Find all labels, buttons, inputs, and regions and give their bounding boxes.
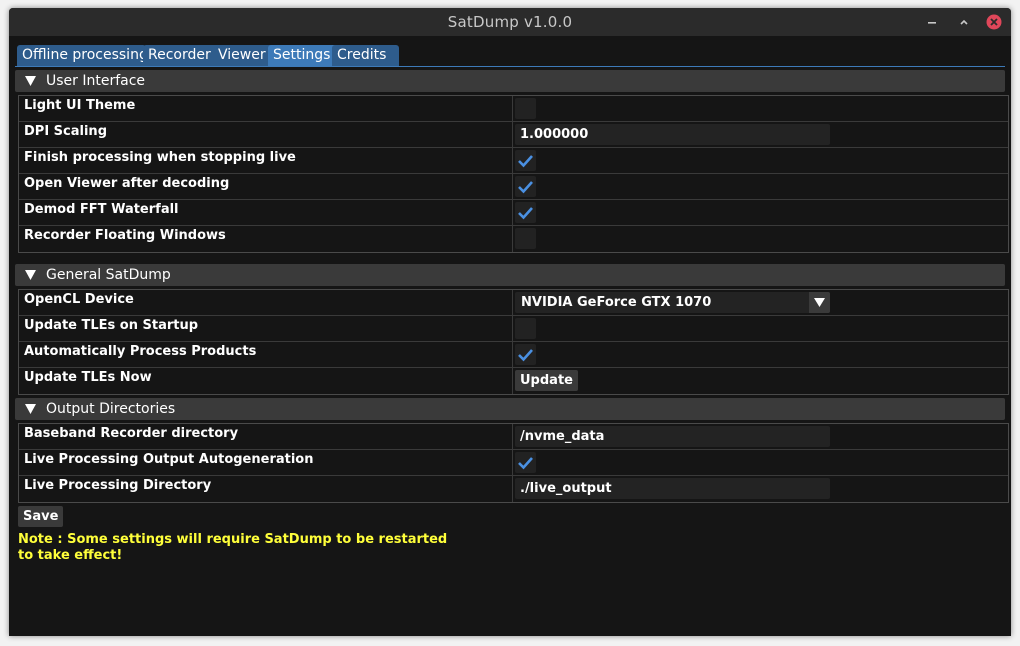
setting-row: Finish processing when stopping live <box>19 148 1008 174</box>
finish-processing-checkbox[interactable] <box>515 150 536 171</box>
light-ui-theme-checkbox[interactable] <box>515 98 536 119</box>
general-table: OpenCL Device NVIDIA GeForce GTX 1070 Up… <box>18 289 1009 395</box>
opencl-device-select[interactable]: NVIDIA GeForce GTX 1070 <box>515 292 830 313</box>
triangle-down-icon <box>25 404 36 414</box>
setting-row: Live Processing Directory <box>19 476 1008 502</box>
triangle-down-icon <box>25 76 36 86</box>
setting-row: Recorder Floating Windows <box>19 226 1008 252</box>
checkmark-icon <box>518 207 533 220</box>
tab-credits[interactable]: Credits <box>332 45 399 67</box>
setting-row: Demod FFT Waterfall <box>19 200 1008 226</box>
baseband-dir-input[interactable] <box>515 426 830 447</box>
save-button[interactable]: Save <box>18 506 64 527</box>
setting-row: DPI Scaling <box>19 122 1008 148</box>
section-title: User Interface <box>46 73 146 89</box>
checkmark-icon <box>518 349 533 362</box>
setting-row: Open Viewer after decoding <box>19 174 1008 200</box>
setting-label: Update TLEs Now <box>24 370 152 385</box>
setting-label: Automatically Process Products <box>24 344 257 359</box>
update-tles-button[interactable]: Update <box>515 370 578 391</box>
setting-label: OpenCL Device <box>24 292 134 307</box>
setting-label: Update TLEs on Startup <box>24 318 199 333</box>
output-table: Baseband Recorder directory Live Process… <box>18 423 1009 503</box>
setting-label: Finish processing when stopping live <box>24 150 296 165</box>
setting-row: Update TLEs on Startup <box>19 316 1008 342</box>
open-viewer-checkbox[interactable] <box>515 176 536 197</box>
section-title: Output Directories <box>46 401 176 417</box>
section-user-interface[interactable]: User Interface <box>15 70 1005 92</box>
settings-panel: Offline processing Recorder Viewer Setti… <box>9 36 1011 636</box>
tab-viewer[interactable]: Viewer <box>213 45 275 67</box>
tab-settings[interactable]: Settings <box>268 45 339 67</box>
tab-offline-processing[interactable]: Offline processing <box>17 45 148 67</box>
section-title: General SatDump <box>46 267 171 283</box>
tab-underline <box>15 66 1005 67</box>
setting-label: Open Viewer after decoding <box>24 176 230 191</box>
recorder-floating-checkbox[interactable] <box>515 228 536 249</box>
section-general-satdump[interactable]: General SatDump <box>15 264 1005 286</box>
note-line: to take effect! <box>18 548 123 563</box>
title-bar[interactable]: SatDump v1.0.0 <box>9 8 1011 36</box>
setting-label: Baseband Recorder directory <box>24 426 239 441</box>
setting-row: OpenCL Device NVIDIA GeForce GTX 1070 <box>19 290 1008 316</box>
tab-recorder[interactable]: Recorder <box>143 45 220 67</box>
setting-label: Live Processing Output Autogeneration <box>24 452 314 467</box>
triangle-down-icon <box>25 270 36 280</box>
setting-row: Baseband Recorder directory <box>19 424 1008 450</box>
note-line: Note : Some settings will require SatDum… <box>18 532 448 547</box>
chevron-down-icon[interactable] <box>809 292 830 313</box>
update-tles-startup-checkbox[interactable] <box>515 318 536 339</box>
setting-row: Update TLEs Now Update <box>19 368 1008 394</box>
setting-label: Live Processing Directory <box>24 478 212 493</box>
setting-label: Recorder Floating Windows <box>24 228 226 243</box>
minimize-icon[interactable] <box>923 13 941 31</box>
setting-label: DPI Scaling <box>24 124 107 139</box>
setting-label: Light UI Theme <box>24 98 136 113</box>
dpi-scaling-input[interactable] <box>515 124 830 145</box>
checkmark-icon <box>518 181 533 194</box>
maximize-icon[interactable] <box>955 13 973 31</box>
demod-fft-checkbox[interactable] <box>515 202 536 223</box>
select-value: NVIDIA GeForce GTX 1070 <box>521 295 712 310</box>
section-output-directories[interactable]: Output Directories <box>15 398 1005 420</box>
setting-row: Light UI Theme <box>19 96 1008 122</box>
live-dir-input[interactable] <box>515 478 830 499</box>
restart-note: Note : Some settings will require SatDum… <box>18 532 447 564</box>
setting-label: Demod FFT Waterfall <box>24 202 179 217</box>
user-interface-table: Light UI Theme DPI Scaling Finish proces… <box>18 95 1009 253</box>
app-window: SatDump v1.0.0 Offline processing Record… <box>9 8 1011 636</box>
auto-process-checkbox[interactable] <box>515 344 536 365</box>
window-title: SatDump v1.0.0 <box>447 13 573 31</box>
live-autogen-checkbox[interactable] <box>515 452 536 473</box>
setting-row: Automatically Process Products <box>19 342 1008 368</box>
checkmark-icon <box>518 155 533 168</box>
close-icon[interactable] <box>985 13 1003 31</box>
setting-row: Live Processing Output Autogeneration <box>19 450 1008 476</box>
checkmark-icon <box>518 457 533 470</box>
